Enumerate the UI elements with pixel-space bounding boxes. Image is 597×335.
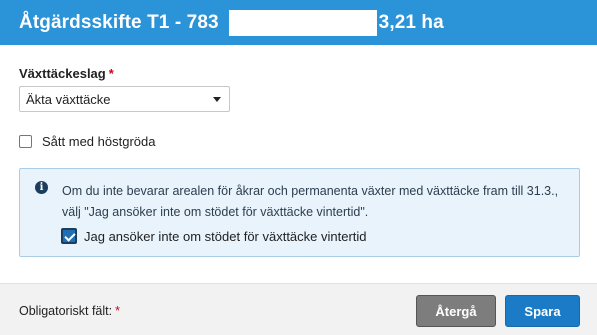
sown-checkbox[interactable]	[19, 135, 32, 148]
info-box: i Om du inte bevarar arealen för åkrar o…	[19, 168, 580, 257]
cover-type-label: Växttäckeslag *	[19, 66, 114, 81]
dialog: Åtgärdsskifte T1 - 783 3,21 ha Växttäcke…	[0, 0, 597, 335]
dialog-title: Åtgärdsskifte T1 - 783	[19, 11, 219, 33]
dialog-footer: Obligatoriskt fält: * Återgå Spara	[0, 283, 597, 335]
required-mark: *	[108, 66, 114, 81]
area-value: 3,21 ha	[378, 11, 444, 33]
required-note-mark: *	[115, 304, 120, 318]
info-text: Om du inte bevarar arealen för åkrar och…	[62, 184, 559, 219]
dialog-header: Åtgärdsskifte T1 - 783 3,21 ha	[0, 0, 597, 45]
save-button[interactable]: Spara	[505, 295, 580, 327]
no-apply-checkbox-label: Jag ansöker inte om stödet för växttäcke…	[84, 228, 367, 244]
cover-type-selected-value: Äkta växttäcke	[26, 91, 111, 107]
no-apply-checkbox-row[interactable]: Jag ansöker inte om stödet för växttäcke…	[61, 228, 367, 244]
redacted-block	[228, 9, 377, 36]
back-button[interactable]: Återgå	[416, 295, 496, 327]
cover-type-select[interactable]: Äkta växttäcke	[19, 86, 230, 112]
info-icon: i	[35, 181, 48, 194]
required-note-text: Obligatoriskt fält:	[19, 304, 113, 318]
caret-down-icon	[213, 97, 221, 102]
sown-checkbox-label: Sått med höstgröda	[42, 134, 156, 149]
cover-type-label-text: Växttäckeslag	[19, 66, 106, 81]
required-note: Obligatoriskt fält: *	[19, 304, 120, 318]
no-apply-checkbox[interactable]	[61, 228, 77, 244]
sown-checkbox-row[interactable]: Sått med höstgröda	[19, 134, 155, 149]
